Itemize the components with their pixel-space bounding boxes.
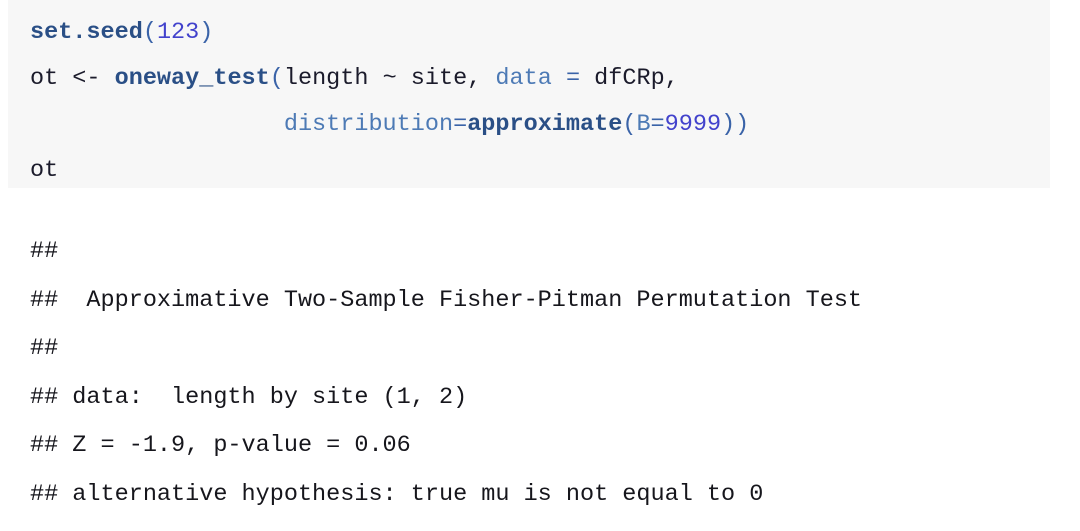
code-token-argument: data xyxy=(495,65,552,92)
output-line-data: ## data: length by site (1, 2) xyxy=(30,383,468,411)
output-line-blank-1: ## xyxy=(30,238,73,265)
console-output: ## ## Approximative Two-Sample Fisher-Pi… xyxy=(8,228,1050,519)
code-token-plain: ot <- xyxy=(30,65,115,92)
code-line-4: ot xyxy=(8,148,1050,194)
output-line-alt-hyp: ## alternative hypothesis: true mu is no… xyxy=(30,480,764,508)
code-token-argument: distribution xyxy=(283,111,454,138)
code-token-operator: = xyxy=(650,111,665,138)
code-token-plain: length ~ site, xyxy=(283,65,496,92)
code-chunk[interactable]: set.seed(123) ot <- oneway_test(length ~… xyxy=(8,0,1050,188)
output-line-blank-2: ## xyxy=(30,335,73,362)
code-token-argument: B xyxy=(636,111,651,138)
code-token-plain: dfCRp, xyxy=(594,65,679,92)
code-token-paren: ( xyxy=(142,19,157,46)
code-token-function: set.seed xyxy=(30,19,143,46)
code-line-1: set.seed(123) xyxy=(8,10,1050,56)
code-token-plain: ot xyxy=(30,157,59,184)
code-token-paren: ( xyxy=(269,65,284,92)
code-token-number: 123 xyxy=(156,19,200,46)
page-root: set.seed(123) ot <- oneway_test(length ~… xyxy=(0,0,1080,531)
output-line-stats: ## Z = -1.9, p-value = 0.06 xyxy=(30,432,411,459)
output-line-test-name: ## Approximative Two-Sample Fisher-Pitma… xyxy=(30,286,863,314)
code-token-paren: ) xyxy=(199,19,214,46)
code-token-number: 9999 xyxy=(664,111,722,138)
code-token-function: approximate xyxy=(467,111,623,138)
code-line-3: distribution=approximate(B=9999)) xyxy=(8,102,1050,148)
code-line-2: ot <- oneway_test(length ~ site, data = … xyxy=(8,56,1050,102)
code-token-paren: ( xyxy=(622,111,637,138)
code-token-operator: = xyxy=(551,65,595,92)
code-token-function: oneway_test xyxy=(114,65,270,92)
code-token-operator: = xyxy=(453,111,468,138)
code-token-paren: )) xyxy=(721,111,750,138)
